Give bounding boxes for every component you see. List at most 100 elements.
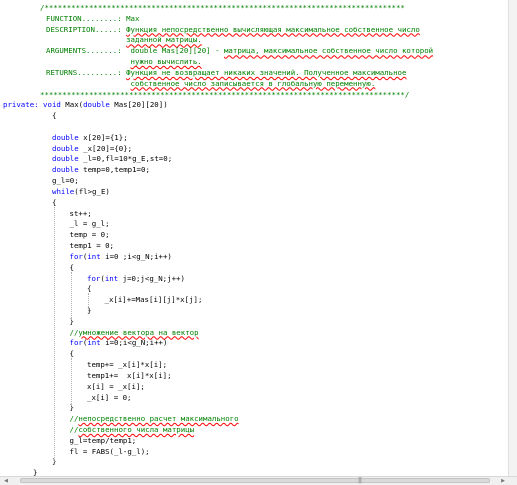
- code-token: {: [87, 284, 92, 294]
- code-token: Функция не возвращает никаких значений. …: [126, 67, 407, 77]
- vertical-scrollbar[interactable]: [508, 0, 517, 477]
- code-token: private:: [3, 100, 44, 110]
- code-line: fl = FABS(_l-g_l);: [70, 447, 150, 457]
- code-token: double: [52, 165, 79, 175]
- code-line: st++;: [70, 209, 92, 219]
- code-line: //умножение вектора на вектор: [70, 328, 199, 338]
- code-token: собственного числа матрицы: [78, 424, 195, 434]
- code-token: DESCRIPTION.....:: [46, 24, 127, 34]
- code-token: temp1+= x[i]*x[i];: [87, 370, 172, 380]
- code-line: DESCRIPTION.....: Функция непосредственн…: [46, 25, 420, 35]
- indent-guide: [71, 358, 73, 409]
- code-token: непосредственно расчет максимального: [78, 414, 239, 424]
- code-line: собственное число записывается в глобаль…: [46, 78, 376, 89]
- code-line: RETURNS.........: Функция не возвращает …: [46, 68, 406, 78]
- code-token: _x[20]={0};: [78, 143, 133, 153]
- code-token: заданной матрицы.: [126, 35, 202, 45]
- code-line: for(int i=0 ;i<g_N;i++): [70, 252, 172, 262]
- code-line: ****************************************…: [40, 90, 409, 100]
- indent-guide: [71, 271, 73, 322]
- code-token: double: [52, 143, 79, 153]
- code-token: Max(: [60, 100, 84, 110]
- code-token: нужно вычислить.: [130, 57, 202, 67]
- code-line: for(int i=0;i<g_N;i++): [70, 338, 168, 348]
- code-token: собственное число записывается в глобаль…: [130, 78, 376, 88]
- code-token: double: [83, 100, 110, 110]
- code-line: g_l=temp/temp1;: [70, 436, 137, 446]
- code-token: double: [52, 132, 79, 142]
- code-token: _x[i] = 0;: [87, 392, 132, 402]
- code-token: умножение вектора на вектор: [78, 327, 199, 337]
- code-token: int: [104, 273, 119, 283]
- code-area[interactable]: /***************************************…: [0, 0, 509, 477]
- code-token: temp = 0;: [69, 230, 110, 240]
- code-token: Mas[20][20]): [109, 100, 168, 110]
- code-line: заданной матрицы.: [46, 35, 202, 45]
- code-token: {: [69, 349, 74, 359]
- code-token: g_l=0;: [52, 176, 79, 186]
- code-line: нужно вычислить.: [46, 57, 202, 67]
- code-token: _x[i]+=Mas[i][j]*x[j];: [104, 295, 203, 305]
- code-token: Функция непосредственно вычисляющая макс…: [126, 24, 420, 34]
- code-token: FUNCTION........: Max: [46, 13, 140, 23]
- code-token: int: [87, 338, 101, 348]
- indent-guide: [88, 293, 90, 311]
- code-line: g_l=0;: [52, 176, 79, 186]
- code-line: double _x[20]={0};: [52, 144, 132, 154]
- code-token: ARGUMENTS.......: double Mas[20][20] -: [46, 46, 224, 56]
- scroll-grip-icon: |||: [358, 477, 362, 484]
- code-line: temp+= _x[i]*x[i];: [87, 360, 167, 370]
- code-line: temp = 0;: [70, 230, 110, 240]
- code-token: RETURNS.........:: [46, 67, 127, 77]
- code-token: i=0 ;i<g_N;i++): [100, 251, 172, 261]
- code-token: for: [69, 251, 83, 261]
- code-token: void: [43, 100, 61, 110]
- code-editor[interactable]: /***************************************…: [0, 0, 517, 485]
- code-token: temp+= _x[i]*x[i];: [87, 360, 168, 370]
- horizontal-scrollbar[interactable]: ◀ ||| ▶: [0, 476, 517, 485]
- code-token: матрица, максимальное собственное число …: [223, 46, 434, 56]
- horizontal-scroll-thumb[interactable]: |||: [20, 477, 490, 484]
- indent-guide: [54, 206, 56, 463]
- code-line: _x[i]+=Mas[i][j]*x[j];: [105, 295, 203, 305]
- code-line: ARGUMENTS.......: double Mas[20][20] - м…: [46, 46, 433, 56]
- code-token: x[i] = _x[i];: [87, 381, 145, 391]
- code-line: double temp=0,temp1=0;: [52, 165, 150, 175]
- code-token: {: [52, 197, 57, 207]
- code-token: for: [69, 338, 83, 348]
- code-line: //собственного числа матрицы: [70, 425, 195, 435]
- code-token: ****************************************…: [40, 89, 410, 99]
- code-line: temp1+= x[i]*x[i];: [87, 371, 172, 381]
- code-token: while: [52, 186, 75, 196]
- code-token: temp1 = 0;: [69, 241, 115, 251]
- code-line: double _l=0,fl=10*g_E,st=0;: [52, 154, 172, 164]
- code-line: temp1 = 0;: [70, 241, 115, 251]
- code-line: FUNCTION........: Max: [46, 14, 139, 24]
- code-token: g_l=temp/temp1;: [69, 435, 137, 445]
- code-line: //непосредственно расчет максимального: [70, 414, 239, 424]
- code-token: (fl>g_E): [74, 186, 110, 196]
- code-token: _l=0,fl=10*g_E,st=0;: [78, 154, 173, 164]
- code-token: st++;: [69, 208, 92, 218]
- code-token: int: [87, 251, 101, 261]
- code-line: private: void Max(double Mas[20][20]): [3, 100, 168, 110]
- scroll-left-arrow-icon[interactable]: ◀: [2, 477, 10, 485]
- code-token: {: [52, 111, 57, 121]
- code-token: temp=0,temp1=0;: [78, 165, 150, 175]
- code-token: for: [87, 273, 101, 283]
- code-token: i=0;i<g_N;i++): [100, 338, 168, 348]
- code-token: x[20]={1};: [78, 132, 128, 142]
- code-line: /***************************************…: [40, 3, 405, 13]
- code-line: for(int j=0;j<g_N;j++): [87, 274, 185, 284]
- code-line: {: [52, 111, 56, 121]
- scroll-right-arrow-icon[interactable]: ▶: [499, 477, 507, 485]
- code-token: _l = g_l;: [69, 219, 110, 229]
- code-line: while(fl>g_E): [52, 187, 110, 197]
- code-token: /***************************************…: [40, 3, 405, 12]
- code-line: x[i] = _x[i];: [87, 382, 145, 392]
- code-line: _l = g_l;: [70, 219, 110, 229]
- code-line: _x[i] = 0;: [87, 393, 132, 403]
